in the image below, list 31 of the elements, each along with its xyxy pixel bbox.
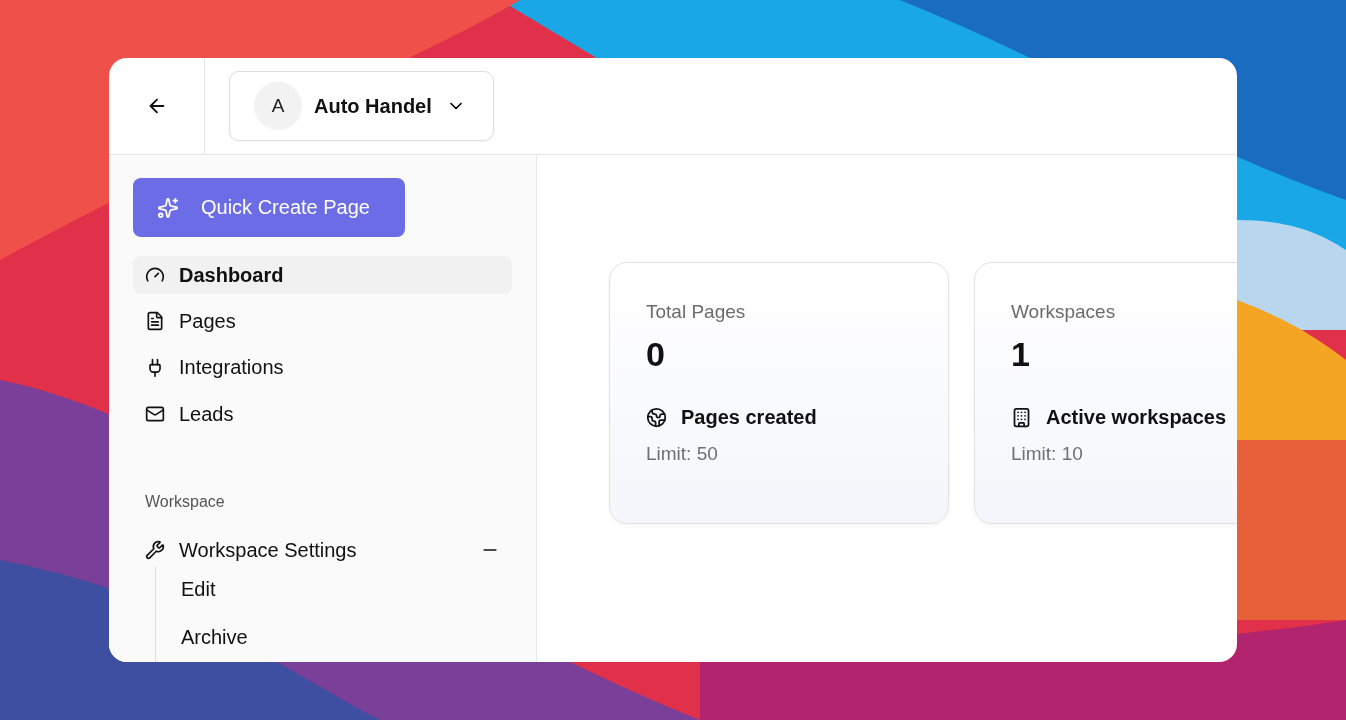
stat-caption: Active workspaces [1046,406,1227,429]
section-title: Workspace [145,493,226,512]
account-name: Auto Handel [314,94,432,118]
stat-value: 1 [1011,335,1031,374]
nav-item[interactable]: Pages [133,302,512,341]
nav-group[interactable]: Workspace Settings [133,534,512,566]
nav-label: Integrations [179,356,284,380]
building-icon [1011,407,1032,428]
nav-label: Workspace Settings [179,538,357,562]
nav-label: Dashboard [179,263,284,287]
stat-value: 0 [646,335,666,374]
sub-nav-item[interactable]: Edit [181,566,512,614]
document-icon [145,311,165,332]
avatar: A [254,82,302,130]
stat-limit: Limit: 50 [646,443,719,465]
globe-icon [646,407,667,428]
nav-item[interactable]: Dashboard [133,256,512,295]
nav-label: Pages [179,310,236,333]
mail-icon [145,404,165,425]
stat-title: Workspaces [1011,301,1117,323]
sparkles-icon [157,196,179,219]
sub-nav-item[interactable]: Archive [181,614,512,662]
nav-label: Leads [179,402,234,426]
nav-item[interactable]: Integrations [133,348,512,387]
nav-item[interactable]: Leads [133,395,512,434]
stat-caption: Pages created [681,406,817,429]
quick-create-button[interactable]: Quick Create Page [133,178,405,237]
stat-title: Total Pages [646,301,747,323]
stat-limit: Limit: 10 [1011,443,1084,465]
account-switcher[interactable]: A Auto Handel [229,71,494,141]
wrench-icon [145,540,165,561]
